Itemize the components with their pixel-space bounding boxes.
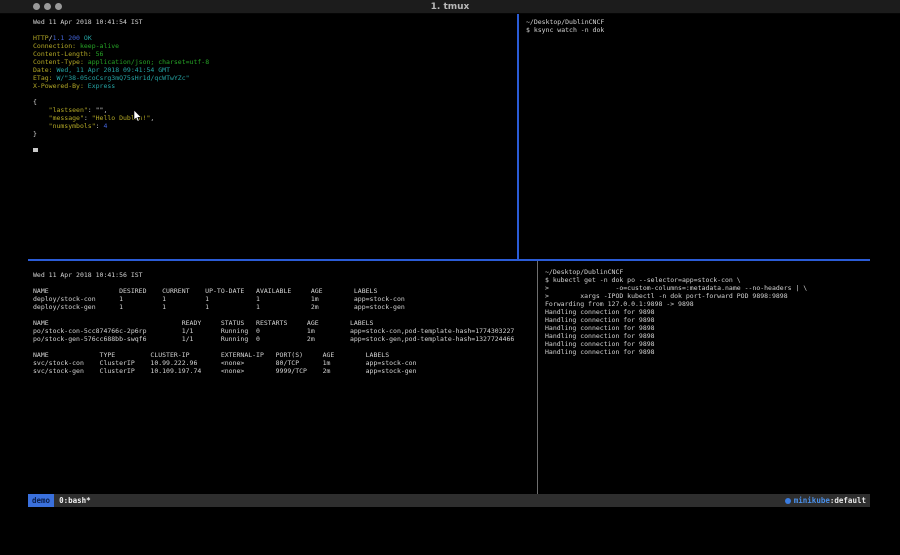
kube-namespace-label: :default bbox=[830, 494, 866, 507]
terminal-line: NAME TYPE CLUSTER-IP EXTERNAL-IP PORT(S)… bbox=[33, 351, 537, 359]
terminal-line: ETag: W/"38-05coCsrg3mQ75sHr1d/qcWTwYZc" bbox=[33, 74, 517, 82]
terminal-line: Connection: keep-alive bbox=[33, 42, 517, 50]
active-window-label[interactable]: 0:bash* bbox=[59, 494, 91, 507]
window-title: 1. tmux bbox=[0, 2, 900, 12]
terminal-line: svc/stock-con ClusterIP 10.99.222.96 <no… bbox=[33, 359, 537, 367]
terminal-line: "numsymbols": 4 bbox=[33, 122, 517, 130]
terminal-line: HTTP/1.1 200 OK bbox=[33, 34, 517, 42]
terminal-line: Content-Length: 56 bbox=[33, 50, 517, 58]
pane-http-response[interactable]: Wed 11 Apr 2018 10:41:54 IST HTTP/1.1 20… bbox=[28, 15, 517, 259]
terminal-line bbox=[33, 343, 537, 351]
terminal-line: Handling connection for 9898 bbox=[545, 324, 870, 332]
kubernetes-icon bbox=[785, 498, 791, 504]
terminal-line bbox=[33, 146, 517, 154]
terminal-line: "message": "Hello Dublin!", bbox=[33, 114, 517, 122]
terminal-line bbox=[33, 279, 537, 287]
terminal-line: Handling connection for 9898 bbox=[545, 348, 870, 356]
terminal-line bbox=[33, 26, 517, 34]
kube-context-label: minikube bbox=[794, 494, 830, 507]
pane-port-forward[interactable]: ~/Desktop/DublinCNCF$ kubectl get -n dok… bbox=[540, 261, 870, 494]
terminal-line: Handling connection for 9898 bbox=[545, 332, 870, 340]
terminal-line: Date: Wed, 11 Apr 2018 09:41:54 GMT bbox=[33, 66, 517, 74]
terminal-line: $ kubectl get -n dok po --selector=app=s… bbox=[545, 276, 870, 284]
session-name-badge[interactable]: demo bbox=[28, 494, 54, 507]
tmux-status-bar: demo 0:bash* minikube :default bbox=[28, 494, 870, 507]
terminal-line: > -o=custom-columns=:metadata.name --no-… bbox=[545, 284, 870, 292]
pane-ksync[interactable]: ~/Desktop/DublinCNCF$ ksync watch -n dok bbox=[521, 15, 870, 259]
pane-divider-vertical-bottom[interactable] bbox=[537, 261, 538, 494]
terminal-line: Handling connection for 9898 bbox=[545, 316, 870, 324]
terminal-line bbox=[33, 311, 537, 319]
terminal-line: { bbox=[33, 98, 517, 106]
terminal-line: ~/Desktop/DublinCNCF bbox=[526, 18, 870, 26]
terminal-line: } bbox=[33, 130, 517, 138]
terminal-line: $ ksync watch -n dok bbox=[526, 26, 870, 34]
terminal-line: NAME READY STATUS RESTARTS AGE LABELS bbox=[33, 319, 537, 327]
terminal-line: Handling connection for 9898 bbox=[545, 340, 870, 348]
terminal-line: X-Powered-By: Express bbox=[33, 82, 517, 90]
terminal-line: po/stock-con-5cc874766c-2p6rp 1/1 Runnin… bbox=[33, 327, 537, 335]
mouse-cursor-icon bbox=[133, 110, 142, 122]
terminal-line bbox=[33, 90, 517, 98]
terminal-line: NAME DESIRED CURRENT UP-TO-DATE AVAILABL… bbox=[33, 287, 537, 295]
pane-divider-vertical-top[interactable] bbox=[517, 14, 519, 260]
terminal-line: Wed 11 Apr 2018 10:41:54 IST bbox=[33, 18, 517, 26]
terminal-line: Content-Type: application/json; charset=… bbox=[33, 58, 517, 66]
terminal-line: "lastseen": "", bbox=[33, 106, 517, 114]
terminal-line bbox=[33, 138, 517, 146]
terminal-line: Wed 11 Apr 2018 10:41:56 IST bbox=[33, 271, 537, 279]
terminal-line: deploy/stock-con 1 1 1 1 1m app=stock-co… bbox=[33, 295, 537, 303]
pane-kubectl-resources[interactable]: Wed 11 Apr 2018 10:41:56 IST NAME DESIRE… bbox=[28, 261, 537, 494]
terminal-line: > xargs -IPOD kubectl -n dok port-forwar… bbox=[545, 292, 870, 300]
window-titlebar[interactable]: 1. tmux bbox=[0, 0, 900, 14]
terminal-line: deploy/stock-gen 1 1 1 1 2m app=stock-ge… bbox=[33, 303, 537, 311]
terminal-line: svc/stock-gen ClusterIP 10.109.197.74 <n… bbox=[33, 367, 537, 375]
terminal-line: Forwarding from 127.0.0.1:9898 -> 9898 bbox=[545, 300, 870, 308]
terminal-line: Handling connection for 9898 bbox=[545, 308, 870, 316]
terminal-line: ~/Desktop/DublinCNCF bbox=[545, 268, 870, 276]
terminal-line: po/stock-gen-576cc688bb-swqf6 1/1 Runnin… bbox=[33, 335, 537, 343]
